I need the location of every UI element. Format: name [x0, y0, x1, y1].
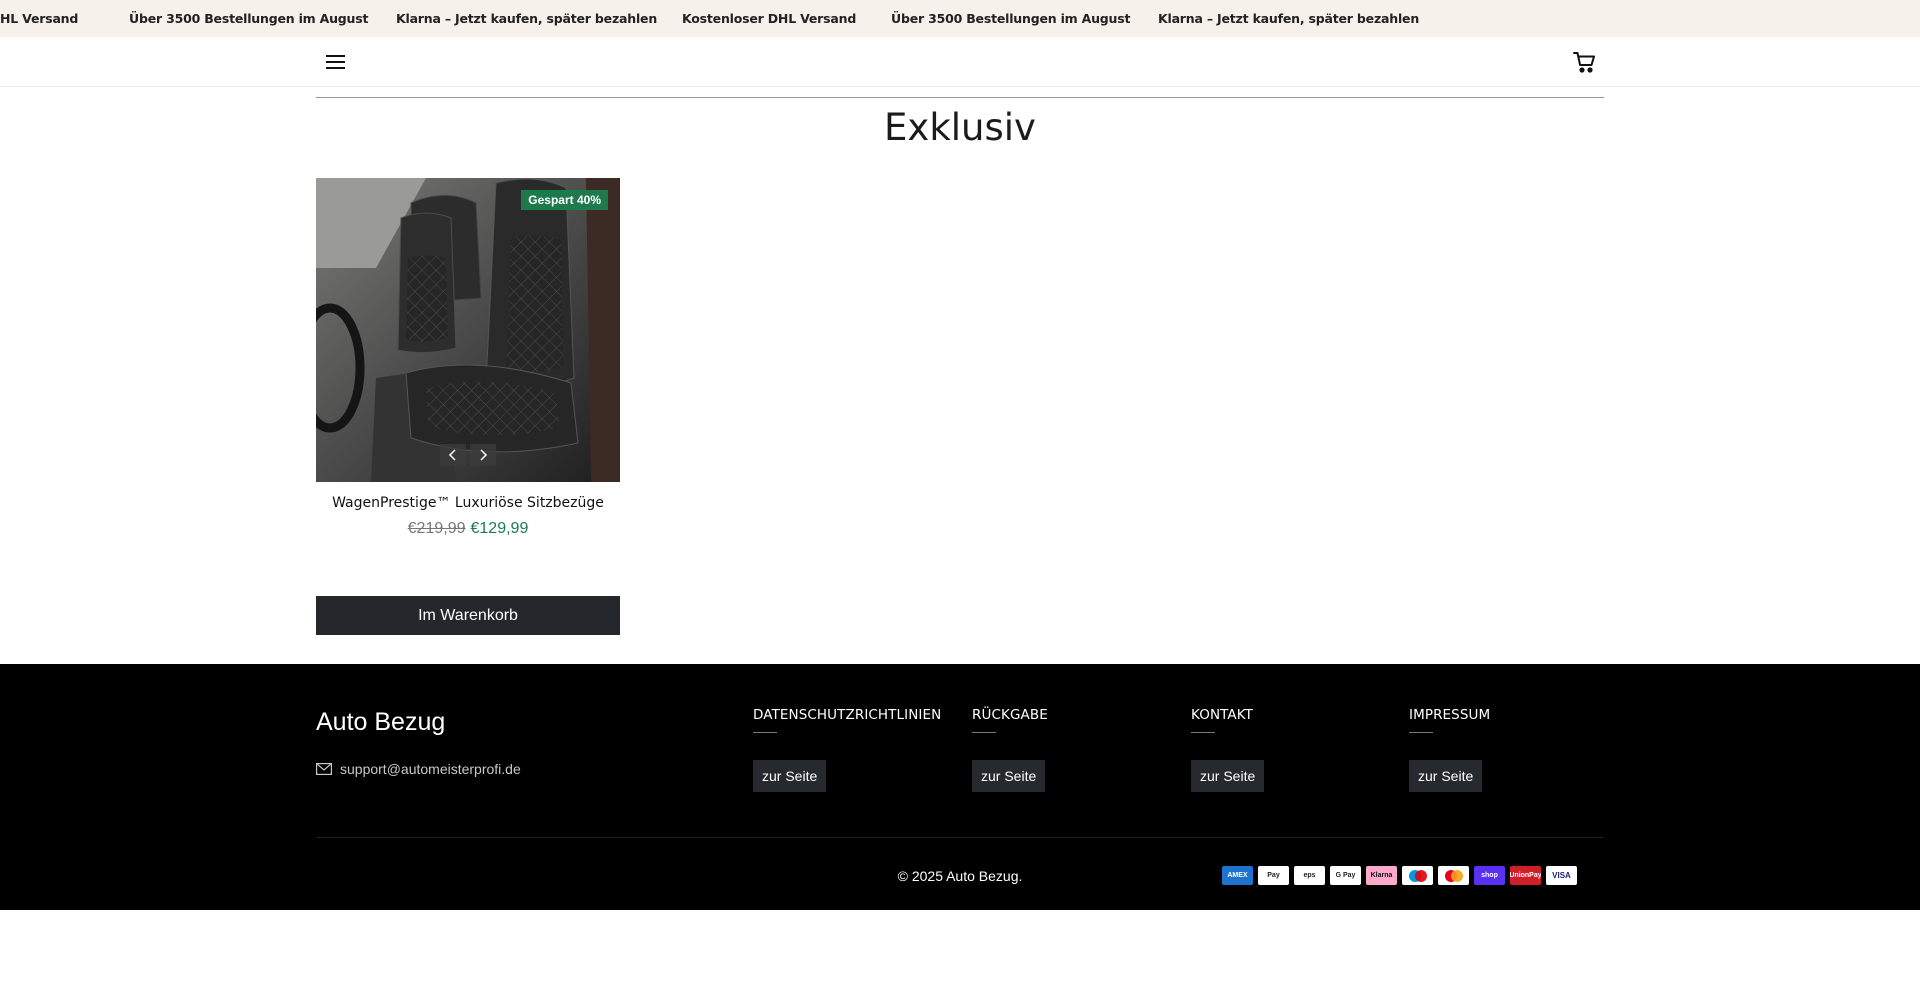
payment-label: Klarna	[1370, 872, 1393, 879]
announcement-item: Über 3500 Bestellungen im August	[129, 11, 369, 26]
payment-methods: AMEX Pay eps G Pay Klarna shop UnionPay VISA	[1222, 866, 1577, 885]
announcement-item: Klarna – Jetzt kaufen, später bezahlen	[396, 11, 658, 26]
payment-label: Pay	[1267, 872, 1280, 879]
announcement-item: HL Versand	[0, 11, 79, 26]
chevron-right-icon[interactable]	[470, 444, 496, 466]
returns-page-button[interactable]: zur Seite	[972, 760, 1046, 792]
footer-brand: Auto Bezug	[316, 708, 446, 736]
payment-label: shop	[1481, 872, 1498, 879]
payment-label: AMEX	[1227, 872, 1248, 879]
product-card[interactable]: Gespart 40% WagenPrestige™ Luxuriöse Sit…	[316, 178, 620, 635]
copyright: © 2025 Auto Bezug.	[897, 868, 1023, 884]
footer-column-datenschutz: DATENSCHUTZRICHTLINIEN zur Seite	[753, 707, 941, 792]
contact-page-button[interactable]: zur Seite	[1191, 760, 1265, 792]
product-title[interactable]: WagenPrestige™ Luxuriöse Sitzbezüge	[316, 495, 620, 511]
google-pay-icon: G Pay	[1330, 866, 1361, 885]
eps-icon: eps	[1294, 866, 1325, 885]
apple-pay-icon: Pay	[1258, 866, 1289, 885]
footer-column-rueckgabe: RÜCKGABE zur Seite	[972, 707, 1048, 792]
discount-badge: Gespart 40%	[521, 190, 608, 210]
footer-column-heading: KONTAKT	[1191, 707, 1254, 723]
title-divider	[316, 97, 1604, 98]
site-header	[0, 37, 1920, 87]
sale-price: €129,99	[470, 520, 529, 537]
maestro-icon	[1402, 866, 1433, 885]
support-email-link[interactable]: support@automeisterprofi.de	[316, 761, 521, 777]
klarna-icon: Klarna	[1366, 866, 1397, 885]
payment-label: UnionPay	[1510, 872, 1541, 879]
footer-divider	[316, 837, 1604, 838]
payment-label: VISA	[1552, 871, 1571, 880]
site-footer: Auto Bezug support@automeisterprofi.de D…	[0, 664, 1920, 910]
shop-pay-icon: shop	[1474, 866, 1505, 885]
payment-label: eps	[1303, 872, 1316, 879]
original-price: €219,99	[407, 520, 466, 537]
support-email: support@automeisterprofi.de	[340, 761, 521, 777]
footer-column-heading: DATENSCHUTZRICHTLINIEN	[753, 707, 942, 723]
mastercard-icon	[1438, 866, 1469, 885]
car-seat-cover-photo[interactable]: Gespart 40%	[316, 178, 620, 482]
chevron-left-icon[interactable]	[440, 444, 466, 466]
product-price: €219,99 €129,99	[316, 520, 620, 538]
announcement-item: Kostenloser DHL Versand	[682, 11, 857, 26]
privacy-page-button[interactable]: zur Seite	[753, 760, 827, 792]
amex-icon: AMEX	[1222, 866, 1253, 885]
page-title: Exklusiv	[884, 106, 1036, 149]
announcement-bar: HL Versand Über 3500 Bestellungen im Aug…	[0, 0, 1920, 37]
payment-label: G Pay	[1335, 872, 1356, 879]
hamburger-menu-icon[interactable]	[324, 51, 348, 73]
announcement-item: Klarna – Jetzt kaufen, später bezahlen	[1158, 11, 1420, 26]
shopping-cart-icon[interactable]	[1572, 49, 1598, 75]
unionpay-icon: UnionPay	[1510, 866, 1541, 885]
footer-column-kontakt: KONTAKT zur Seite	[1191, 707, 1265, 792]
imprint-page-button[interactable]: zur Seite	[1409, 760, 1483, 792]
mail-icon	[316, 763, 332, 775]
footer-column-heading: RÜCKGABE	[972, 707, 1048, 723]
footer-column-heading: IMPRESSUM	[1409, 707, 1491, 723]
announcement-item: Über 3500 Bestellungen im August	[891, 11, 1131, 26]
visa-icon: VISA	[1546, 866, 1577, 885]
add-to-cart-button[interactable]: Im Warenkorb	[316, 596, 620, 635]
footer-column-impressum: IMPRESSUM zur Seite	[1409, 707, 1490, 792]
